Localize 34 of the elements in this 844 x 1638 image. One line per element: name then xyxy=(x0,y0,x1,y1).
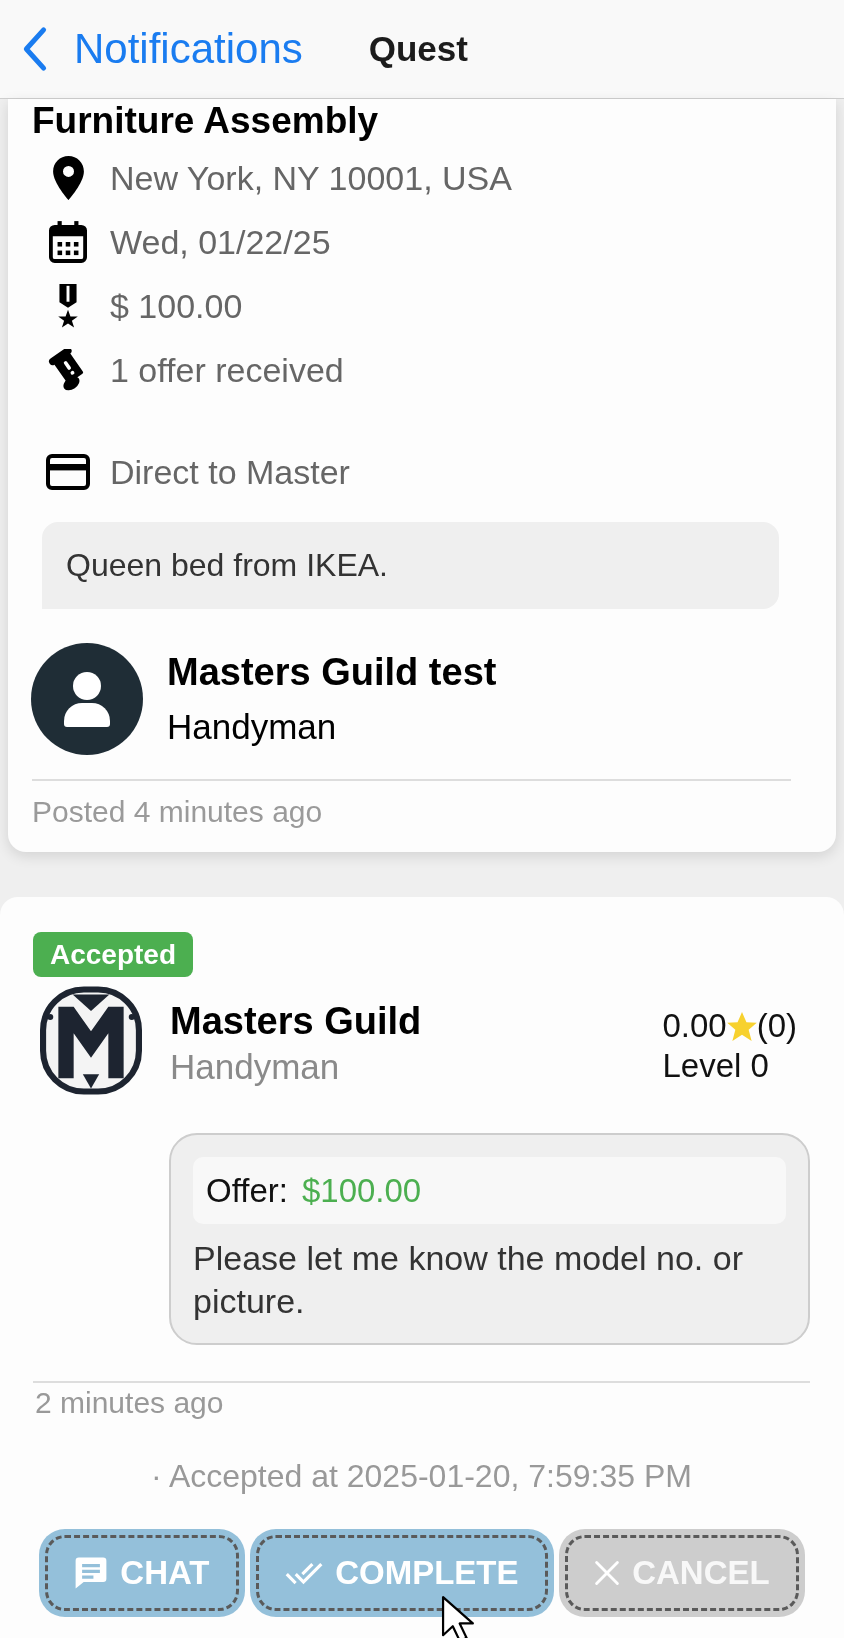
provider-name: Masters Guild xyxy=(170,999,423,1044)
map-pin-icon xyxy=(52,156,84,200)
level-text: Level 0 xyxy=(662,1046,770,1086)
quest-description: Queen bed from IKEA. xyxy=(42,522,779,609)
detail-text: $ 100.00 xyxy=(110,286,243,326)
medal-icon xyxy=(57,284,79,328)
close-icon xyxy=(594,1560,621,1586)
detail-text: Wed, 01/22/25 xyxy=(110,222,331,262)
rating-value: 0.00 xyxy=(662,1006,727,1046)
provider-trade: Handyman xyxy=(170,1046,341,1088)
calendar-icon xyxy=(49,221,87,263)
quest-title: Furniture Assembly xyxy=(32,101,380,141)
detail-text: 1 offer received xyxy=(110,350,344,390)
poster-name: Masters Guild test xyxy=(167,649,497,694)
offer-message: Please let me know the model no. or picture. xyxy=(193,1238,744,1322)
poster-trade: Handyman xyxy=(167,705,338,748)
offer-label: Offer: xyxy=(206,1171,288,1210)
double-check-icon xyxy=(285,1561,324,1585)
offer-time: 2 minutes ago xyxy=(34,1385,225,1421)
chat-bubble-icon xyxy=(74,1556,109,1590)
posted-time: Posted 4 minutes ago xyxy=(32,794,324,830)
status-badge: Accepted xyxy=(33,932,194,977)
back-button[interactable]: Notifications xyxy=(20,25,303,73)
chat-button[interactable]: CHAT xyxy=(39,1529,245,1617)
detail-text: New York, NY 10001, USA xyxy=(110,158,512,198)
screen-title: Quest xyxy=(368,29,468,69)
star-icon xyxy=(726,1011,757,1041)
avatar-icon xyxy=(31,643,143,755)
complete-button[interactable]: COMPLETE xyxy=(249,1529,554,1617)
accepted-at-text: · Accepted at 2025-01-20, 7:59:35 PM xyxy=(150,1457,693,1496)
payment-method-text: Direct to Master xyxy=(110,452,350,492)
offer-amount: $100.00 xyxy=(301,1171,422,1210)
credit-card-icon xyxy=(46,454,90,490)
review-count: (0) xyxy=(756,1006,797,1046)
